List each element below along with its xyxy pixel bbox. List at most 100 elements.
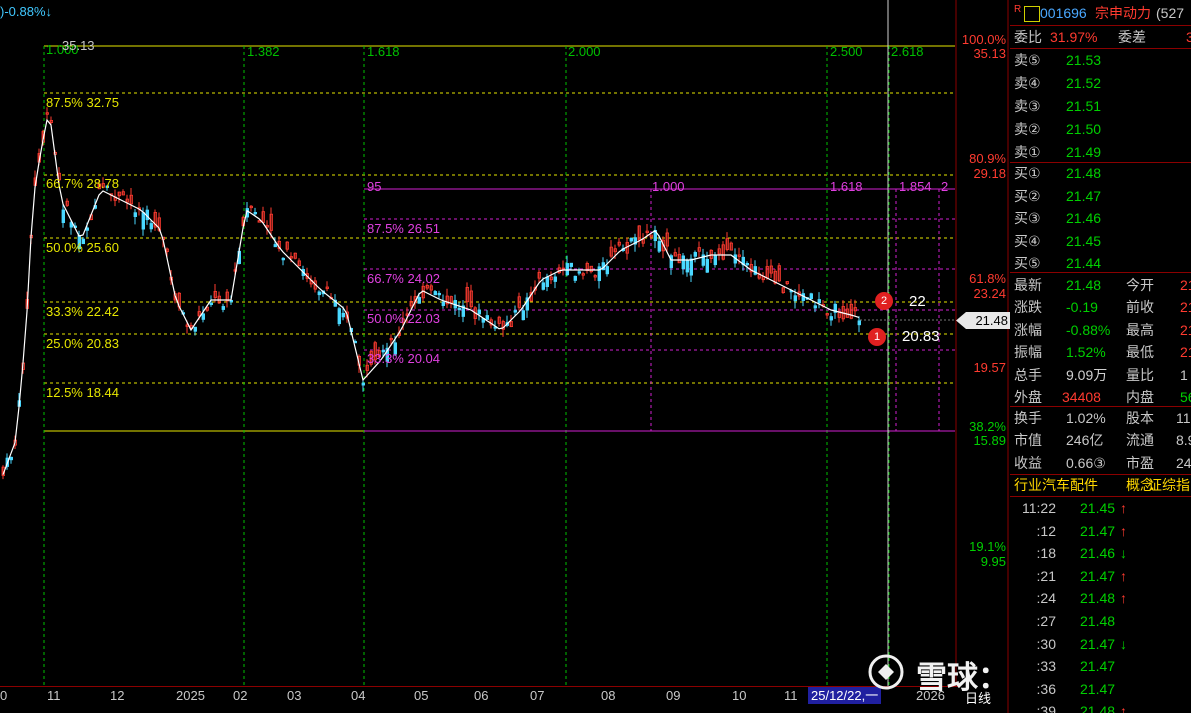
concept-tail: 证综指 — [1148, 477, 1190, 493]
candle-body — [477, 309, 481, 315]
tick-dir: ↑ — [1120, 522, 1127, 539]
scale-pct: 38.2% — [969, 419, 1006, 434]
candle-body — [485, 315, 489, 320]
tick-row: :36 21.47 — [1010, 678, 1191, 700]
sell-row: 卖④ 21.52 — [1010, 72, 1191, 94]
candle-body — [141, 212, 145, 230]
candle-body — [441, 301, 445, 306]
candle-body — [553, 276, 557, 282]
stat-label: 换手 — [1014, 410, 1042, 426]
scale-pct: 19.1% — [969, 539, 1006, 554]
panel-separator — [1010, 406, 1191, 407]
scale-pct: 80.9% — [969, 151, 1006, 166]
fib-level-label: 33.3% 22.42 — [46, 304, 120, 319]
candle-body — [209, 302, 213, 306]
fib-magenta-time-label: 1.854 — [899, 179, 932, 194]
marker-value: 22 — [909, 293, 926, 310]
panel-separator — [1010, 48, 1191, 49]
tick-row: :39 21.48 ↑ — [1010, 700, 1191, 713]
tick-row: :30 21.47 ↓ — [1010, 633, 1191, 655]
tick-dir: ↑ — [1120, 567, 1127, 584]
x-axis-label: 10 — [732, 688, 747, 703]
buy-price: 21.45 — [1066, 232, 1102, 249]
stat-value: 11.4 — [1176, 410, 1191, 426]
panel-separator — [1010, 25, 1191, 26]
checkbox-icon[interactable] — [1024, 6, 1040, 22]
candle-body — [457, 307, 461, 311]
stat-value: 0.66③ — [1066, 454, 1106, 471]
x-axis-label: 05 — [414, 688, 429, 703]
sell-price: 21.53 — [1066, 52, 1102, 68]
marker-badge[interactable]: 1 — [868, 328, 886, 346]
sell-price: 21.49 — [1066, 144, 1102, 160]
stock-extra: (527 — [1156, 5, 1185, 21]
candle-body — [133, 212, 137, 217]
weibi-label: 委比 — [1014, 29, 1042, 45]
tick-row: 11:22 21.45 ↑ — [1010, 497, 1191, 519]
candle-body — [433, 291, 437, 296]
stock-code: 001696 — [1040, 5, 1087, 21]
scale-pct: 100.0% — [961, 32, 1006, 47]
tick-time: :21 — [1036, 567, 1056, 584]
sell-label: 卖① — [1014, 144, 1041, 160]
x-axis-label: 04 — [351, 688, 366, 703]
industry-row[interactable]: 行业汽车配件 概念 证综指 — [1010, 474, 1191, 496]
panel-separator — [1010, 496, 1191, 497]
stat-row: 涨幅 -0.88% 最高 21 — [1010, 319, 1191, 341]
stat-row: 涨跌 -0.19 前收 21 — [1010, 296, 1191, 318]
buy-row: 买④ 21.45 — [1010, 230, 1191, 252]
tick-dir: ↓ — [1120, 635, 1127, 652]
fib-level-label: 66.7% 28.78 — [46, 176, 120, 191]
candle-body — [569, 262, 573, 267]
industry-label[interactable]: 行业汽车配件 — [1014, 474, 1098, 496]
stat-label: 前收 — [1126, 299, 1154, 316]
sell-row: 卖③ 21.51 — [1010, 95, 1191, 117]
fib-time-label: 1.618 — [367, 44, 400, 59]
candle-body — [281, 257, 285, 261]
candle-body — [541, 282, 545, 290]
candle-body — [317, 291, 321, 296]
stock-title-row: R 001696 宗申动力 (527 — [1010, 2, 1191, 24]
marker-value: 20.83 — [902, 328, 940, 345]
tick-price: 21.47 — [1080, 658, 1116, 675]
sell-row: 卖⑤ 21.53 — [1010, 49, 1191, 71]
tick-row: :12 21.47 ↑ — [1010, 520, 1191, 542]
stat-label: 收益 — [1014, 454, 1042, 471]
candle-body — [193, 326, 197, 332]
stat-label: 量比 — [1126, 366, 1154, 383]
candle-body — [689, 258, 693, 276]
tick-time: :33 — [1036, 658, 1056, 675]
candle-body — [629, 237, 633, 242]
moving-average-line — [2, 118, 860, 475]
candle-body — [713, 255, 717, 266]
marker-badge[interactable]: 2 — [875, 292, 893, 310]
stat-label: 涨跌 — [1014, 299, 1042, 316]
sell-label: 卖② — [1014, 121, 1041, 137]
candle-body — [437, 292, 441, 296]
candle-body — [793, 295, 797, 302]
kline-chart[interactable] — [0, 0, 1010, 713]
fib-magenta-time-label: 2 — [941, 179, 949, 194]
sell-row: 卖① 21.49 — [1010, 141, 1191, 163]
stat-value: 21 — [1180, 321, 1191, 338]
buy-row: 买③ 21.46 — [1010, 207, 1191, 229]
candle-body — [229, 299, 233, 303]
sell-price: 21.52 — [1066, 75, 1102, 91]
tick-price: 21.48 — [1080, 613, 1116, 629]
x-axis-label: 11 — [47, 688, 61, 703]
stat-row: 振幅 1.52% 最低 21 — [1010, 341, 1191, 363]
sell-row: 卖② 21.50 — [1010, 118, 1191, 140]
stat-label: 总手 — [1014, 366, 1042, 383]
x-axis-label: 02 — [233, 688, 248, 703]
tick-price: 21.47 — [1080, 680, 1116, 697]
stock-chart-window: )-0.88%↓ 1.000 35.13 1.382 1.618 2.000 2… — [0, 0, 1191, 713]
tick-time: :36 — [1036, 680, 1056, 697]
candle-body — [605, 266, 609, 275]
candle-body — [829, 316, 833, 321]
stat-value: 9.09万 — [1066, 366, 1108, 383]
candle-body — [669, 255, 673, 268]
stat-value: 8.9 — [1176, 432, 1191, 449]
x-axis-label: 11 — [784, 688, 798, 703]
stat-value: 1 — [1180, 366, 1188, 383]
weibi-value: 31.97% — [1050, 29, 1098, 45]
